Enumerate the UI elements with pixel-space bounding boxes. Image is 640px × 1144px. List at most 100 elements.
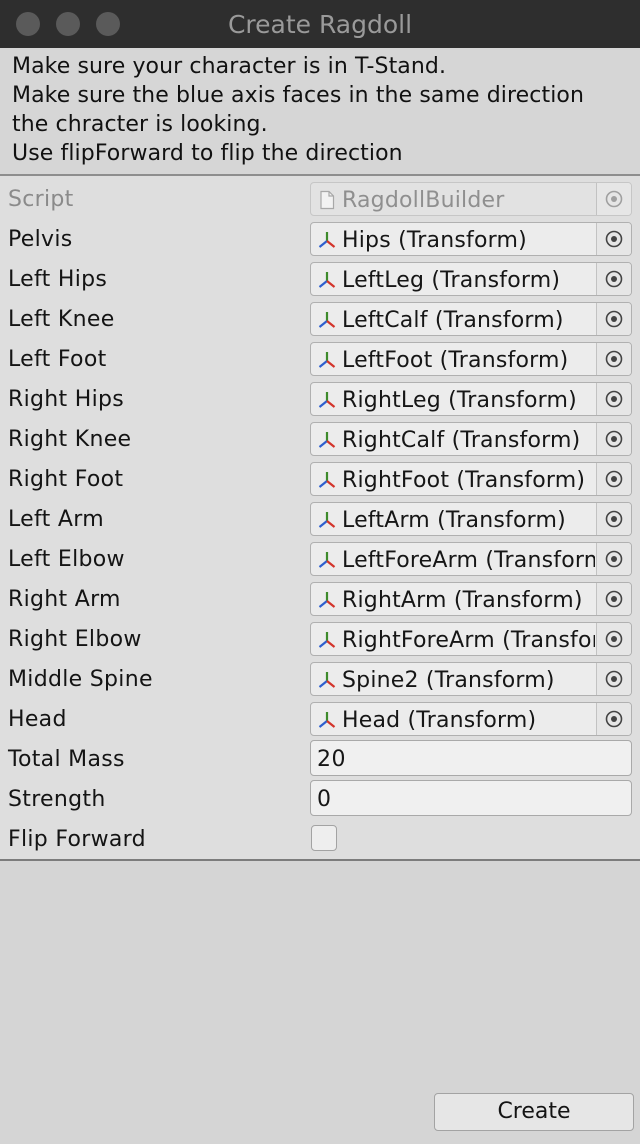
transform-icon (318, 552, 336, 568)
left-foot-label: Left Foot (8, 347, 107, 372)
right-hips-field[interactable]: RightLeg (Transform) (310, 382, 632, 416)
left-knee-value: LeftCalf (Transform) (342, 308, 564, 333)
left-hips-row: Left Hips LeftLeg (Transform) (0, 258, 640, 298)
target-icon (605, 510, 623, 528)
strength-input[interactable]: 0 (310, 780, 632, 816)
middle-spine-row: Middle Spine Spine2 (Transform) (0, 658, 640, 698)
object-picker-button[interactable] (596, 303, 631, 335)
script-label: Script (8, 187, 74, 212)
help-line: Make sure your character is in T-Stand. (12, 54, 447, 79)
left-foot-value: LeftFoot (Transform) (342, 348, 569, 373)
object-picker-button[interactable] (596, 583, 631, 615)
total-mass-input[interactable]: 20 (310, 740, 632, 776)
script-row: Script RagdollBuilder (0, 178, 640, 218)
middle-spine-field[interactable]: Spine2 (Transform) (310, 662, 632, 696)
target-icon (605, 470, 623, 488)
target-icon (605, 350, 623, 368)
transform-icon (318, 592, 336, 608)
object-picker-button[interactable] (596, 663, 631, 695)
right-knee-field[interactable]: RightCalf (Transform) (310, 422, 632, 456)
strength-row: Strength 0 (0, 778, 640, 818)
transform-icon (318, 432, 336, 448)
left-hips-field[interactable]: LeftLeg (Transform) (310, 262, 632, 296)
left-hips-label: Left Hips (8, 267, 108, 292)
left-knee-field[interactable]: LeftCalf (Transform) (310, 302, 632, 336)
flip-forward-row: Flip Forward (0, 818, 640, 858)
target-icon (605, 550, 623, 568)
object-picker-button[interactable] (596, 463, 631, 495)
right-foot-label: Right Foot (8, 467, 124, 492)
total-mass-value: 20 (317, 747, 346, 772)
object-picker-button[interactable] (596, 343, 631, 375)
right-knee-value: RightCalf (Transform) (342, 428, 581, 453)
transform-icon (318, 632, 336, 648)
left-arm-value: LeftArm (Transform) (342, 508, 566, 533)
right-arm-label: Right Arm (8, 587, 121, 612)
head-label: Head (8, 707, 67, 732)
target-icon (605, 670, 623, 688)
transform-icon (318, 472, 336, 488)
object-picker-button[interactable] (596, 423, 631, 455)
target-icon (605, 630, 623, 648)
target-icon (605, 710, 623, 728)
object-picker-button[interactable] (596, 503, 631, 535)
target-icon (605, 590, 623, 608)
object-picker-button[interactable] (596, 703, 631, 735)
transform-icon (318, 712, 336, 728)
transform-icon (318, 272, 336, 288)
right-arm-value: RightArm (Transform) (342, 588, 583, 613)
target-icon (605, 230, 623, 248)
object-picker-button[interactable] (596, 223, 631, 255)
right-foot-value: RightFoot (Transform) (342, 468, 586, 493)
left-elbow-value: LeftForeArm (Transform) (342, 548, 595, 573)
right-arm-row: Right Arm RightArm (Transform) (0, 578, 640, 618)
left-hips-value: LeftLeg (Transform) (342, 268, 561, 293)
right-elbow-value: RightForeArm (Transform) (342, 628, 595, 653)
window-title: Create Ragdoll (227, 10, 413, 39)
right-elbow-label: Right Elbow (8, 627, 142, 652)
left-foot-field[interactable]: LeftFoot (Transform) (310, 342, 632, 376)
head-row: Head Head (Transform) (0, 698, 640, 738)
strength-value: 0 (317, 787, 332, 812)
right-knee-row: Right Knee RightCalf (Transform) (0, 418, 640, 458)
left-elbow-row: Left Elbow LeftForeArm (Transform) (0, 538, 640, 578)
right-arm-field[interactable]: RightArm (Transform) (310, 582, 632, 616)
right-hips-row: Right Hips RightLeg (Transform) (0, 378, 640, 418)
left-elbow-label: Left Elbow (8, 547, 125, 572)
object-picker-button[interactable] (596, 543, 631, 575)
pelvis-field[interactable]: Hips (Transform) (310, 222, 632, 256)
right-hips-label: Right Hips (8, 387, 125, 412)
help-box: Make sure your character is in T-Stand. … (0, 48, 640, 176)
flip-forward-label: Flip Forward (8, 827, 146, 852)
right-hips-value: RightLeg (Transform) (342, 388, 577, 413)
left-arm-field[interactable]: LeftArm (Transform) (310, 502, 632, 536)
target-icon (605, 270, 623, 288)
object-picker-button[interactable] (596, 263, 631, 295)
head-value: Head (Transform) (342, 708, 537, 733)
left-elbow-field[interactable]: LeftForeArm (Transform) (310, 542, 632, 576)
left-arm-row: Left Arm LeftArm (Transform) (0, 498, 640, 538)
right-elbow-row: Right Elbow RightForeArm (Transform) (0, 618, 640, 658)
object-picker-button[interactable] (596, 383, 631, 415)
object-picker-button (596, 183, 631, 215)
inspector-panel: Script RagdollBuilder Pelvis Hips (Trans… (0, 176, 640, 861)
object-picker-button[interactable] (596, 623, 631, 655)
left-knee-row: Left Knee LeftCalf (Transform) (0, 298, 640, 338)
strength-label: Strength (8, 787, 106, 812)
create-button[interactable]: Create (434, 1093, 634, 1131)
help-line: the chracter is looking. (12, 112, 268, 137)
target-icon (605, 190, 623, 208)
target-icon (605, 310, 623, 328)
target-icon (605, 430, 623, 448)
pelvis-label: Pelvis (8, 227, 73, 252)
head-field[interactable]: Head (Transform) (310, 702, 632, 736)
transform-icon (318, 352, 336, 368)
help-line: Make sure the blue axis faces in the sam… (12, 83, 585, 108)
pelvis-row: Pelvis Hips (Transform) (0, 218, 640, 258)
right-elbow-field[interactable]: RightForeArm (Transform) (310, 622, 632, 656)
right-foot-field[interactable]: RightFoot (Transform) (310, 462, 632, 496)
transform-icon (318, 232, 336, 248)
script-field: RagdollBuilder (310, 182, 632, 216)
flip-forward-checkbox[interactable] (311, 825, 337, 851)
script-field-value: RagdollBuilder (342, 188, 505, 213)
